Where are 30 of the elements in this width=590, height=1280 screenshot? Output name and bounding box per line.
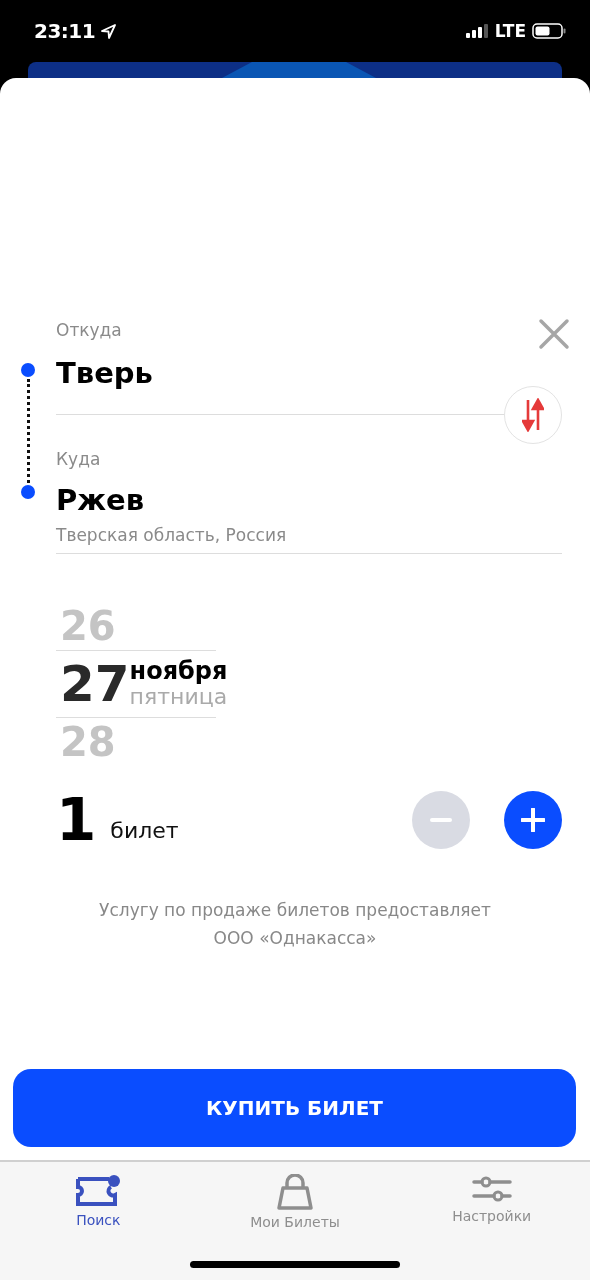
increase-button[interactable] xyxy=(504,791,562,849)
ticket-icon xyxy=(75,1174,122,1208)
status-time: 23:11 xyxy=(34,19,96,43)
sliders-icon xyxy=(471,1174,512,1204)
date-option[interactable]: 27 xyxy=(56,651,130,717)
plus-icon xyxy=(521,808,545,832)
disclaimer-text: Услугу по продаже билетов предоставляет ООО «Однакасса» xyxy=(98,899,492,950)
departure-city[interactable]: Тверь xyxy=(56,352,562,394)
tab-bar-item[interactable]: Мои Билеты xyxy=(196,1162,394,1242)
arrival-city[interactable]: Ржев xyxy=(56,479,562,521)
route-dot xyxy=(21,363,35,377)
field-label: Откуда xyxy=(56,320,122,340)
route-dot xyxy=(21,485,35,499)
signal-icon xyxy=(465,24,490,38)
location-arrow-icon xyxy=(101,23,117,39)
month-label: ноября xyxy=(129,658,228,684)
weekday-label: пятница xyxy=(129,684,228,710)
tab-bar-item[interactable]: Настройки xyxy=(393,1162,590,1242)
ticket-unit: билет xyxy=(110,817,179,843)
field-label: Куда xyxy=(56,449,102,469)
tab-bar-item[interactable]: Поиск xyxy=(0,1162,197,1242)
buy-ticket-button[interactable]: КУПИТЬ БИЛЕТ xyxy=(13,1069,576,1147)
close-icon[interactable] xyxy=(538,318,570,350)
ticket-count: 1 xyxy=(56,788,97,852)
minus-icon xyxy=(430,818,452,822)
bag-icon xyxy=(275,1174,315,1210)
battery-icon xyxy=(532,23,566,39)
swap-arrows-icon xyxy=(522,398,544,432)
arrival-region: Тверская область, Россия xyxy=(56,525,288,545)
network-type: LTE xyxy=(494,21,526,41)
